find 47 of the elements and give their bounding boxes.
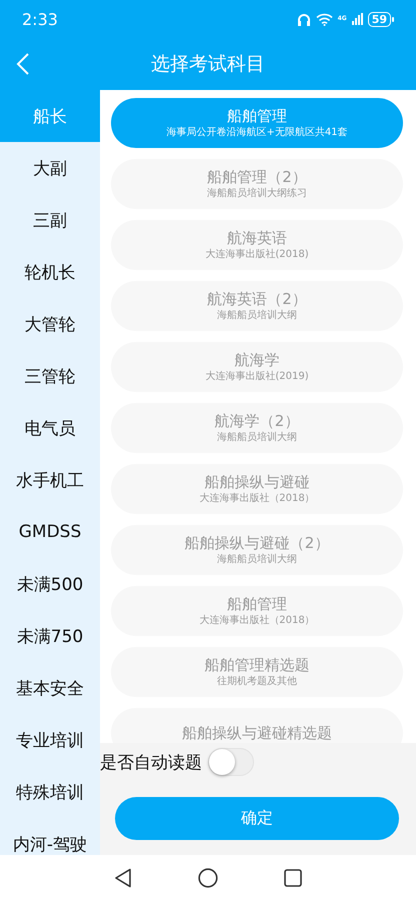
category-tab[interactable]: 三副 — [0, 194, 100, 246]
category-tab[interactable]: 特殊培训 — [0, 766, 100, 818]
subject-title: 航海学 — [234, 351, 280, 370]
subject-subtitle: 海船船员培训大纲练习 — [207, 187, 307, 200]
category-tab[interactable]: 专业培训 — [0, 714, 100, 766]
home-nav-icon[interactable] — [198, 868, 218, 888]
category-tab[interactable]: 电气员 — [0, 402, 100, 454]
category-tab[interactable]: 轮机长 — [0, 246, 100, 298]
subject-title: 船舶操纵与避碰（2） — [184, 534, 330, 553]
subject-subtitle: 大连海事出版社(2019) — [205, 370, 309, 383]
category-tab[interactable]: 三管轮 — [0, 350, 100, 402]
subject-subtitle: 大连海事出版社（2018） — [199, 492, 315, 505]
subject-title: 航海英语（2） — [207, 290, 307, 309]
back-icon[interactable] — [16, 53, 30, 75]
subject-title: 船舶操纵与避碰精选题 — [182, 724, 332, 742]
auto-read-label: 是否自动读题 — [100, 752, 202, 774]
subject-title: 船舶管理 — [227, 107, 287, 126]
wifi-icon — [316, 12, 333, 26]
status-time: 2:33 — [22, 10, 58, 28]
category-tab[interactable]: 未满750 — [0, 610, 100, 662]
subject-title: 航海英语 — [227, 229, 287, 248]
auto-read-toggle[interactable] — [208, 748, 254, 776]
category-tab[interactable]: 基本安全 — [0, 662, 100, 714]
subject-subtitle: 海船船员培训大纲 — [217, 553, 297, 566]
category-tab[interactable]: 大管轮 — [0, 298, 100, 350]
subject-subtitle: 海事局公开卷沿海航区+无限航区共41套 — [166, 126, 348, 139]
subject-title: 船舶操纵与避碰 — [204, 473, 310, 492]
category-tab[interactable]: 大副 — [0, 142, 100, 194]
subject-title: 船舶管理精选题 — [204, 656, 310, 675]
subject-subtitle: 海船船员培训大纲 — [217, 431, 297, 444]
recents-nav-icon[interactable] — [284, 868, 302, 886]
back-nav-icon[interactable] — [114, 868, 132, 888]
category-tab[interactable]: 未满500 — [0, 558, 100, 610]
page-title: 选择考试科目 — [151, 52, 265, 77]
category-tab[interactable]: 水手机工 — [0, 454, 100, 506]
subject-title: 船舶管理 — [227, 595, 287, 614]
subject-subtitle: 大连海事出版社（2018） — [199, 614, 315, 627]
subject-title: 船舶管理（2） — [207, 168, 307, 187]
subject-title: 航海学（2） — [214, 412, 300, 431]
category-tab[interactable]: 内河-驾驶 — [0, 818, 100, 855]
category-tab[interactable]: GMDSS — [0, 506, 100, 558]
subject-subtitle: 往期机考题及其他 — [217, 675, 297, 688]
subject-subtitle: 大连海事出版社(2018) — [205, 248, 309, 261]
headphones-icon — [296, 12, 311, 26]
battery-icon: 59 — [368, 12, 394, 26]
signal-icon — [352, 13, 363, 25]
subject-subtitle: 海船船员培训大纲 — [217, 309, 297, 322]
